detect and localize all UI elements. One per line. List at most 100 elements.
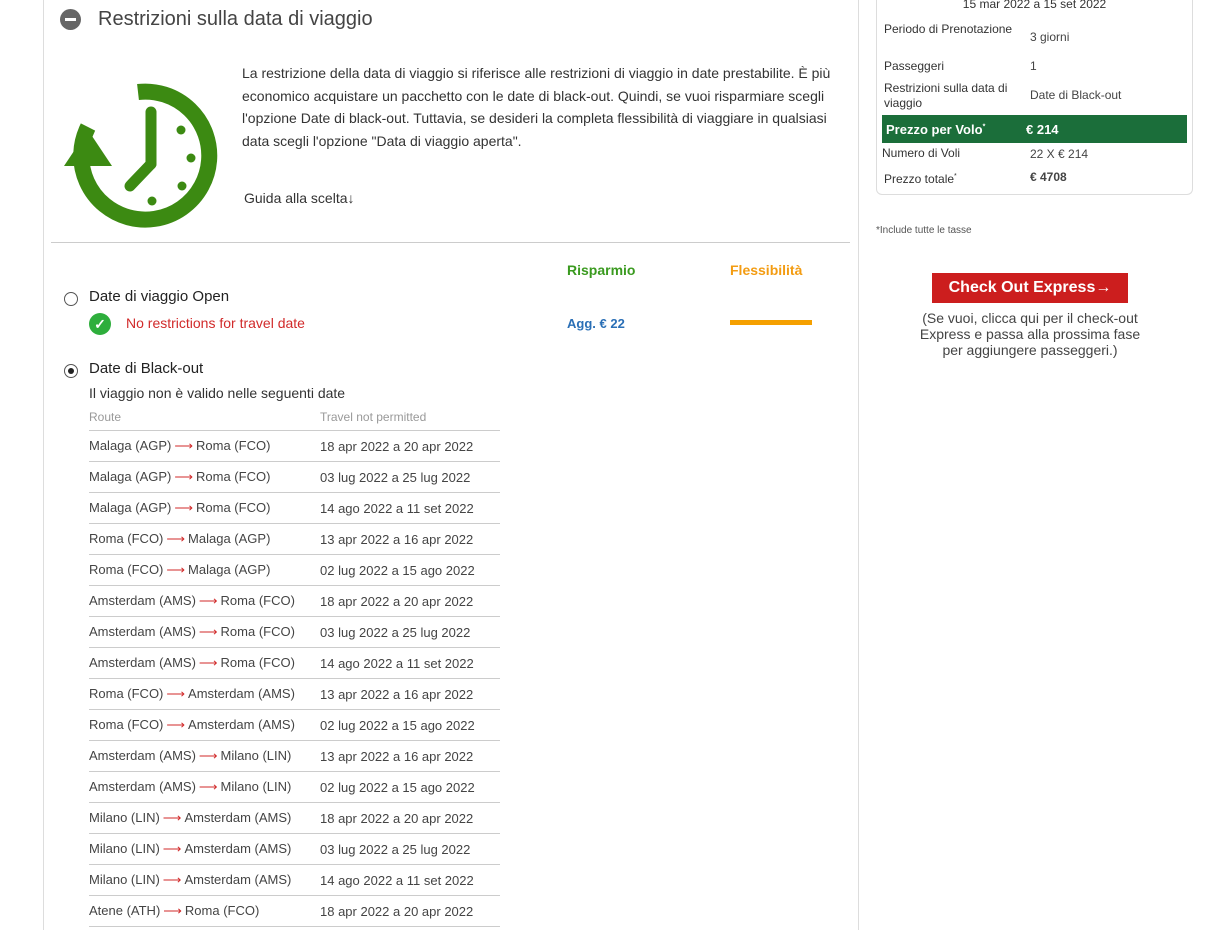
table-row: Roma (FCO) ⟶ Amsterdam (AMS) 13 apr 2022 a …: [89, 679, 500, 710]
arrow-right-icon: ⟶: [198, 655, 218, 670]
route-cell: Amsterdam (AMS) ⟶ Milano (LIN): [89, 748, 320, 764]
price-per-flight-value: € 214: [1026, 122, 1059, 137]
not-valid-text: Il viaggio non è valido nelle seguenti d…: [89, 385, 346, 401]
open-dates-label[interactable]: Date di viaggio Open: [89, 288, 229, 305]
table-row: Amsterdam (AMS) ⟶ Roma (FCO) 14 ago 2022 a …: [89, 648, 500, 679]
dates-cell: 13 apr 2022 a 16 apr 2022: [320, 686, 474, 702]
arrow-right-icon: ⟶: [166, 717, 186, 732]
blackout-dates-radio[interactable]: [64, 364, 78, 378]
dates-cell: 13 apr 2022 a 16 apr 2022: [320, 531, 474, 547]
flexibility-bar: [730, 320, 812, 325]
route-from: Roma (FCO): [89, 686, 164, 701]
route-cell: Malaga (AGP) ⟶ Roma (FCO): [89, 438, 320, 454]
route-header: Route: [89, 410, 122, 424]
route-from: Amsterdam (AMS): [89, 624, 196, 639]
num-flights-label: Numero di Voli: [882, 146, 961, 160]
arrow-right-icon: ⟶: [174, 438, 194, 453]
route-from: Amsterdam (AMS): [89, 779, 196, 794]
arrow-right-icon: ⟶: [198, 593, 218, 608]
arrow-right-icon: ⟶: [166, 531, 186, 546]
checkout-express-button[interactable]: Check Out Express→: [932, 273, 1128, 303]
table-row: Milano (LIN) ⟶ Amsterdam (AMS) 03 lug 2022 …: [89, 834, 500, 865]
route-from: Malaga (AGP): [89, 438, 172, 453]
route-cell: Milano (LIN) ⟶ Amsterdam (AMS): [89, 841, 320, 857]
table-row: Malaga (AGP) ⟶ Roma (FCO) 18 apr 2022 a 20 …: [89, 431, 500, 462]
section-header[interactable]: Restrizioni sulla data di viaggio: [60, 8, 373, 31]
dates-cell: 02 lug 2022 a 15 ago 2022: [320, 717, 475, 733]
arrow-right-icon: ⟶: [163, 903, 182, 918]
arrow-right-icon: ⟶: [162, 841, 182, 856]
total-label: Prezzo totale*: [884, 172, 957, 186]
arrow-right-icon: ⟶: [162, 810, 182, 825]
table-row: Roma (FCO) ⟶ Malaga (AGP) 13 apr 2022 a 16 …: [89, 524, 500, 555]
checkout-note: (Se vuoi, clicca qui per il check-out Ex…: [919, 310, 1141, 358]
arrow-right-icon: ⟶: [198, 779, 218, 794]
dates-cell: 14 ago 2022 a 11 set 2022: [320, 655, 474, 671]
table-row: Malaga (AGP) ⟶ Roma (FCO) 14 ago 2022 a 11 …: [89, 493, 500, 524]
route-to: Amsterdam (AMS): [184, 841, 292, 856]
route-to: Malaga (AGP): [188, 562, 271, 577]
summary-box: 15 mar 2022 a 15 set 2022 Periodo di Pre…: [876, 0, 1193, 195]
route-to: Roma (FCO): [196, 500, 271, 515]
route-from: Milano (LIN): [89, 810, 160, 825]
flexibility-column-header: Flessibilità: [730, 262, 803, 278]
table-header: Route Travel not permitted: [89, 404, 500, 431]
dates-cell: 02 lug 2022 a 15 ago 2022: [320, 562, 475, 578]
arrow-right-icon: ⟶: [174, 500, 194, 515]
route-from: Malaga (AGP): [89, 500, 172, 515]
booking-period-label: Periodo di Prenotazione: [884, 22, 1013, 36]
route-to: Amsterdam (AMS): [184, 810, 292, 825]
table-row: Malaga (AGP) ⟶ Roma (FCO) 03 lug 2022 a 25 …: [89, 462, 500, 493]
blackout-table: Route Travel not permitted Malaga (AGP) ⟶…: [89, 404, 500, 927]
dates-cell: 03 lug 2022 a 25 lug 2022: [320, 469, 471, 485]
route-to: Milano (LIN): [220, 779, 292, 794]
route-to: Malaga (AGP): [188, 531, 271, 546]
route-cell: Roma (FCO) ⟶ Amsterdam (AMS): [89, 717, 320, 733]
route-cell: Roma (FCO) ⟶ Malaga (AGP): [89, 562, 320, 578]
dates-cell: 14 ago 2022 a 11 set 2022: [320, 872, 474, 888]
route-from: Amsterdam (AMS): [89, 748, 196, 763]
route-cell: Malaga (AGP) ⟶ Roma (FCO): [89, 469, 320, 485]
table-row: Atene (ATH) ⟶ Roma (FCO) 18 apr 2022 a 20 a…: [89, 896, 500, 927]
route-cell: Amsterdam (AMS) ⟶ Roma (FCO): [89, 593, 320, 609]
price-per-flight-bar: Prezzo per Volo* € 214: [882, 115, 1187, 143]
dates-cell: 14 ago 2022 a 11 set 2022: [320, 500, 474, 516]
route-from: Malaga (AGP): [89, 469, 172, 484]
not-permitted-header: Travel not permitted: [320, 410, 427, 424]
arrow-right-icon: ⟶: [198, 748, 218, 763]
route-from: Amsterdam (AMS): [89, 593, 196, 608]
open-dates-price: Agg. € 22: [567, 316, 625, 331]
route-cell: Amsterdam (AMS) ⟶ Roma (FCO): [89, 624, 320, 640]
route-cell: Malaga (AGP) ⟶ Roma (FCO): [89, 500, 320, 516]
route-to: Roma (FCO): [220, 624, 295, 639]
route-to: Amsterdam (AMS): [184, 872, 292, 887]
section-description: La restrizione della data di viaggio si …: [242, 65, 831, 149]
open-dates-radio[interactable]: [64, 292, 78, 306]
date-restriction-value: Date di Black-out: [1030, 88, 1122, 102]
date-restriction-label: Restrizioni sulla data di viaggio: [884, 81, 1008, 110]
clock-rewind-icon: [64, 83, 218, 228]
blackout-dates-label[interactable]: Date di Black-out: [89, 360, 203, 377]
table-row: Amsterdam (AMS) ⟶ Roma (FCO) 18 apr 2022 a …: [89, 586, 500, 617]
dates-cell: 18 apr 2022 a 20 apr 2022: [320, 593, 474, 609]
dates-cell: 02 lug 2022 a 15 ago 2022: [320, 779, 475, 795]
dates-cell: 03 lug 2022 a 25 lug 2022: [320, 841, 471, 857]
minus-circle-icon[interactable]: [60, 9, 81, 30]
dates-cell: 18 apr 2022 a 20 apr 2022: [320, 810, 474, 826]
dates-cell: 13 apr 2022 a 16 apr 2022: [320, 748, 474, 764]
no-restrictions-note: No restrictions for travel date: [126, 315, 305, 331]
route-cell: Roma (FCO) ⟶ Malaga (AGP): [89, 531, 320, 547]
dates-cell: 18 apr 2022 a 20 apr 2022: [320, 438, 474, 454]
route-from: Roma (FCO): [89, 531, 164, 546]
table-row: Amsterdam (AMS) ⟶ Milano (LIN) 13 apr 2022 …: [89, 741, 500, 772]
route-cell: Amsterdam (AMS) ⟶ Roma (FCO): [89, 655, 320, 671]
restrictions-panel: Restrizioni sulla data di viaggio La res…: [43, 0, 859, 930]
route-to: Amsterdam (AMS): [188, 686, 295, 701]
route-to: Roma (FCO): [184, 903, 260, 918]
taxes-note: *Include tutte le tasse: [876, 225, 972, 236]
table-row: Amsterdam (AMS) ⟶ Roma (FCO) 03 lug 2022 a …: [89, 617, 500, 648]
table-row: Milano (LIN) ⟶ Amsterdam (AMS) 18 apr 2022 …: [89, 803, 500, 834]
route-to: Roma (FCO): [196, 438, 271, 453]
guide-link[interactable]: Guida alla scelta↓: [244, 190, 355, 206]
route-from: Amsterdam (AMS): [89, 655, 196, 670]
